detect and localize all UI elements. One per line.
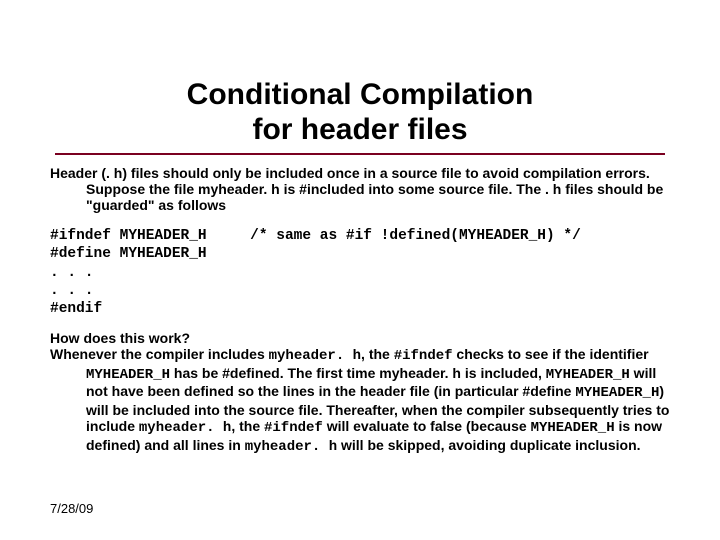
exp-m1: myheader. h bbox=[269, 348, 361, 364]
intro-paragraph: Header (. h) files should only be includ… bbox=[50, 165, 670, 213]
exp-t2: , the bbox=[361, 346, 394, 362]
exp-m3: MYHEADER_H bbox=[86, 367, 170, 383]
exp-t8: will evaluate to false (because bbox=[323, 418, 531, 434]
exp-t3: checks to see if the identifier bbox=[453, 346, 649, 362]
exp-m8: MYHEADER_H bbox=[531, 420, 615, 436]
code-block: #ifndef MYHEADER_H /* same as #if !defin… bbox=[50, 227, 670, 318]
exp-m7: #ifndef bbox=[264, 420, 323, 436]
exp-m6: myheader. h bbox=[139, 420, 231, 436]
exp-m5: MYHEADER_H bbox=[575, 385, 659, 401]
slide: Conditional Compilation for header files… bbox=[0, 0, 720, 540]
exp-t1: Whenever the compiler includes bbox=[50, 346, 269, 362]
explanation-body: Whenever the compiler includes myheader.… bbox=[50, 346, 670, 455]
code-line-3: . . . bbox=[50, 265, 94, 281]
slide-title: Conditional Compilation for header files bbox=[50, 0, 670, 153]
code-line-2: #define MYHEADER_H bbox=[50, 246, 207, 262]
code-line-4: . . . bbox=[50, 283, 94, 299]
title-line-1: Conditional Compilation bbox=[187, 78, 534, 111]
explanation-question: How does this work? bbox=[50, 330, 670, 347]
exp-t10: will be skipped, avoiding duplicate incl… bbox=[337, 437, 640, 453]
title-line-2: for header files bbox=[252, 113, 467, 146]
slide-date: 7/28/09 bbox=[50, 501, 93, 516]
exp-t4: has be #defined. The first time myheader… bbox=[170, 365, 546, 381]
intro-text: Header (. h) files should only be includ… bbox=[50, 165, 670, 213]
explanation-paragraph: How does this work? Whenever the compile… bbox=[50, 330, 670, 456]
code-line-1a: #ifndef MYHEADER_H bbox=[50, 228, 207, 244]
exp-m9: myheader. h bbox=[245, 439, 337, 455]
title-underline bbox=[55, 153, 665, 155]
exp-t7: , the bbox=[231, 418, 264, 434]
exp-m2: #ifndef bbox=[394, 348, 453, 364]
code-line-1b: /* same as #if !defined(MYHEADER_H) */ bbox=[207, 228, 581, 244]
code-line-5: #endif bbox=[50, 301, 102, 317]
exp-m4: MYHEADER_H bbox=[546, 367, 630, 383]
